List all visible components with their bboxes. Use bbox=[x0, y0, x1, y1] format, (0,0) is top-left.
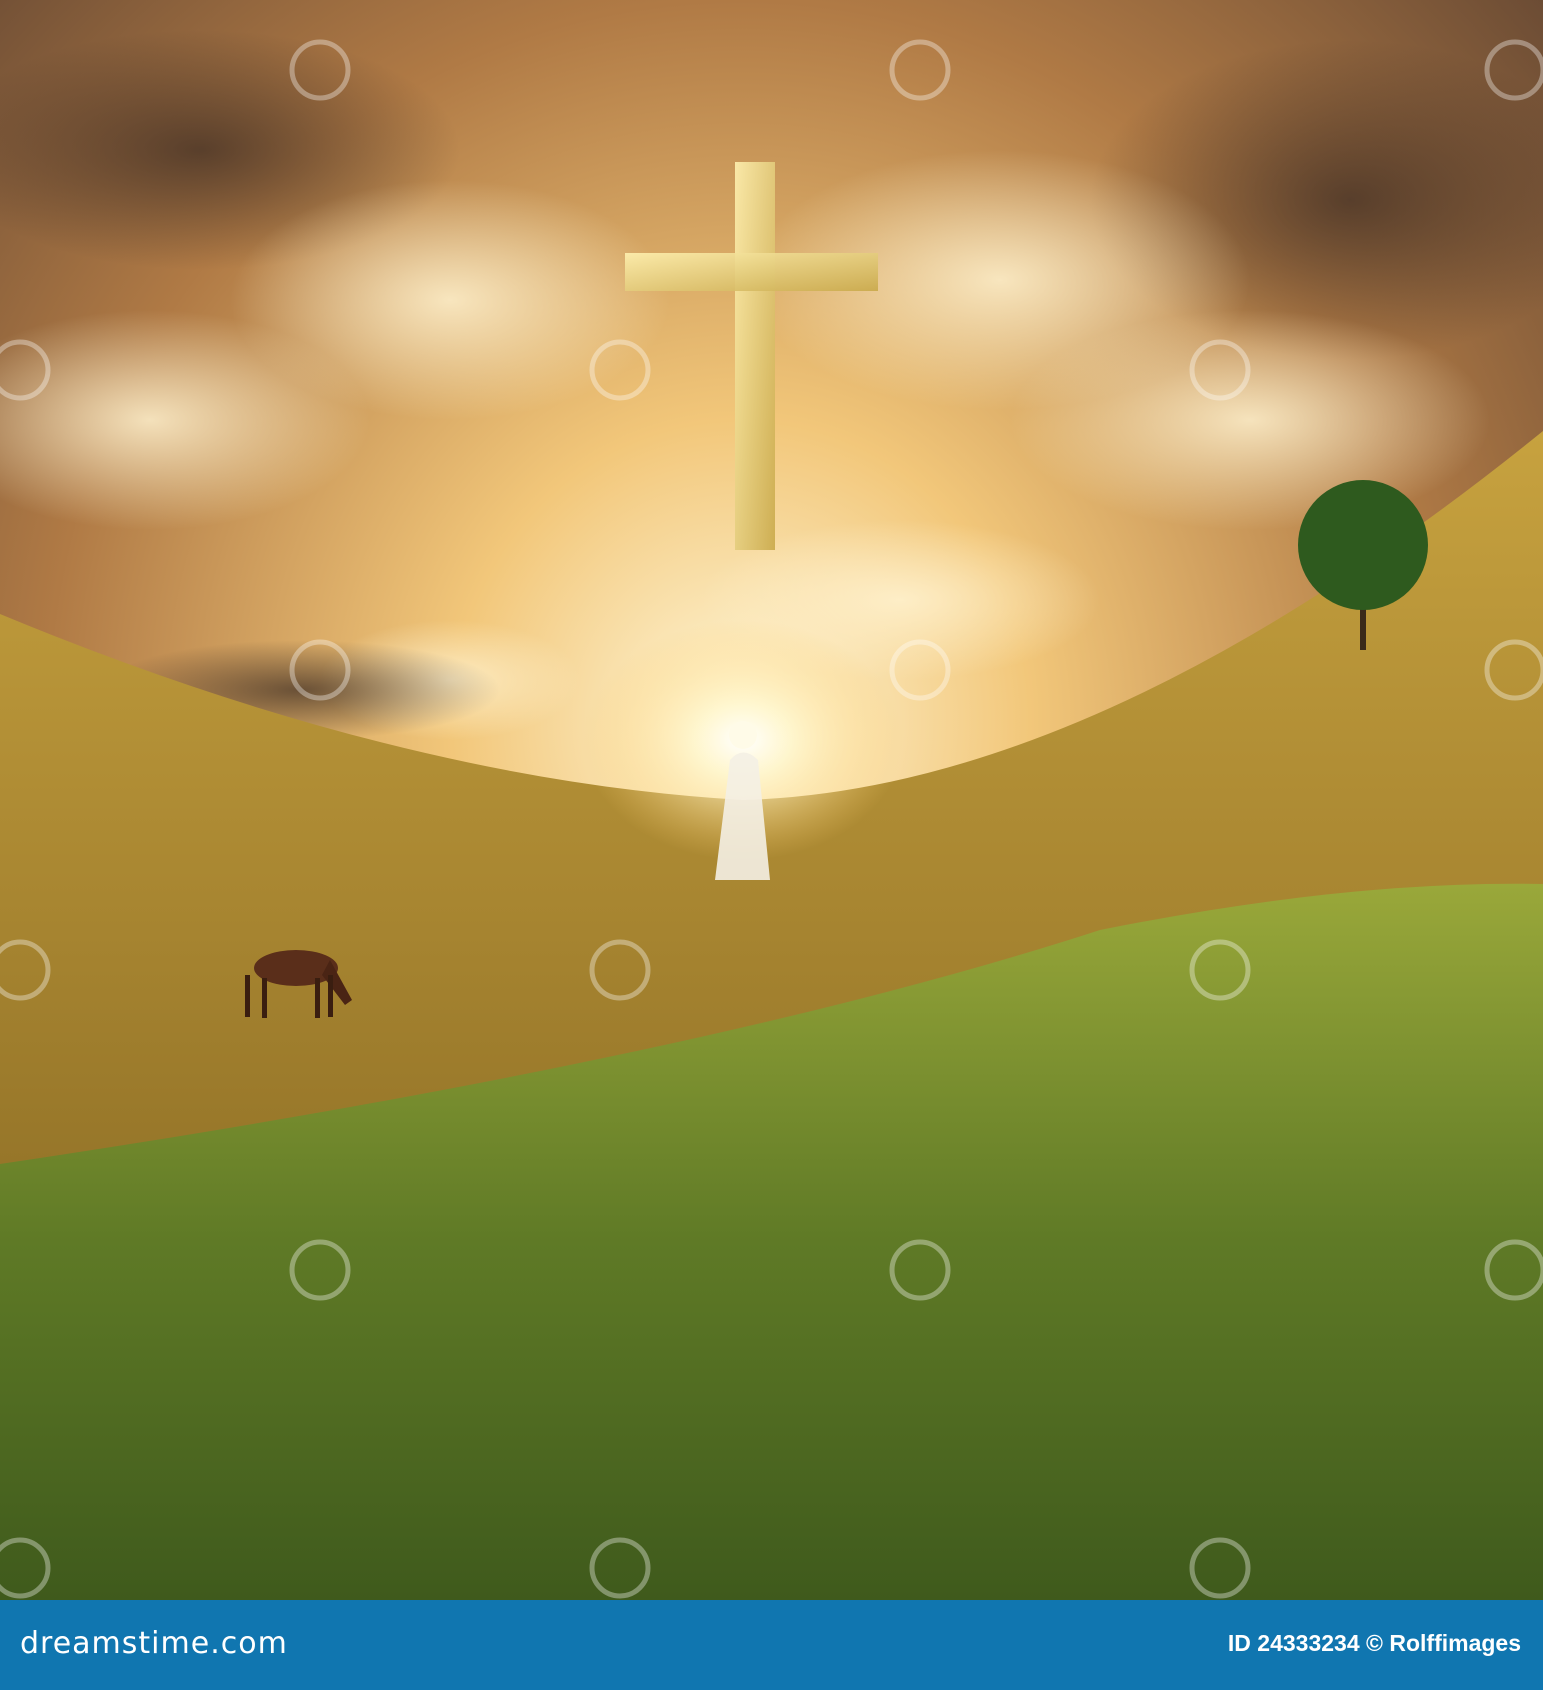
footer-bar: dreamstime.com ID 24333234 © Rolffimages bbox=[0, 1600, 1543, 1690]
photo-scene bbox=[0, 0, 1543, 1600]
landscape-image bbox=[0, 0, 1543, 1600]
dreamstime-logo[interactable]: dreamstime.com bbox=[20, 1626, 288, 1661]
image-credit: ID 24333234 © Rolffimages bbox=[1227, 1630, 1521, 1656]
